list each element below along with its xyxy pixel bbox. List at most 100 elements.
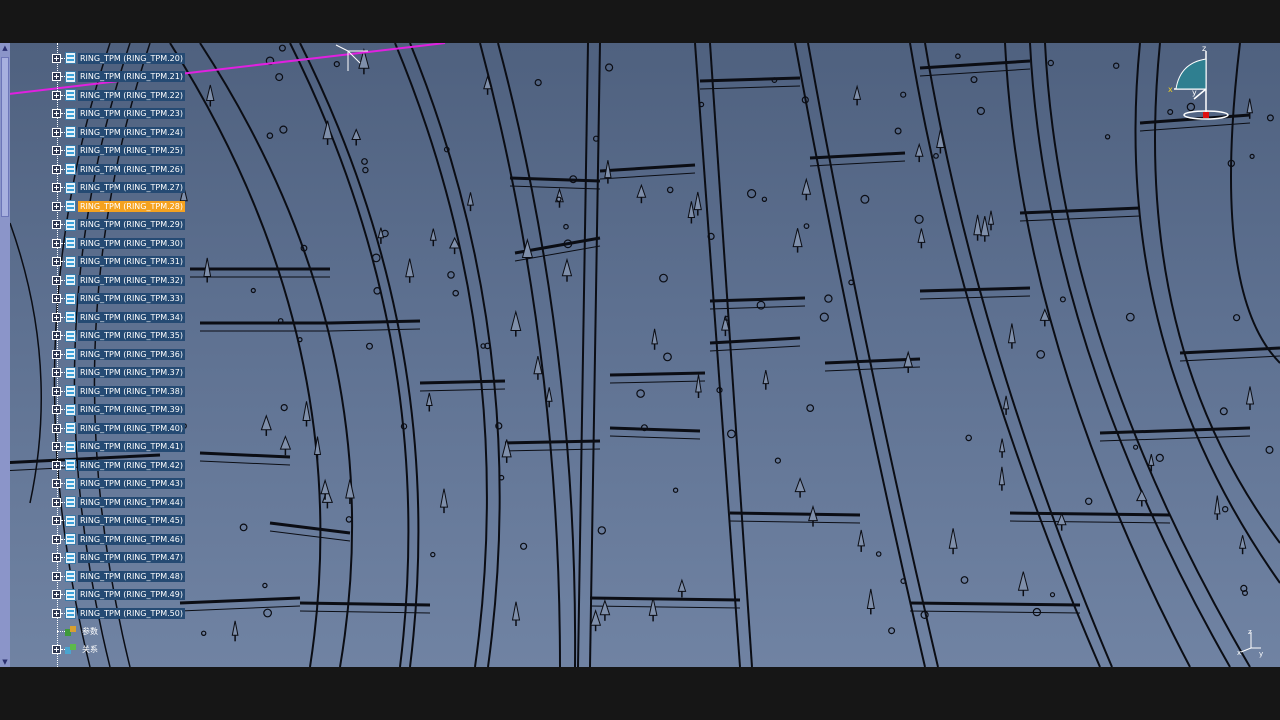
tree-item-ring-tpm[interactable]: RING_TPM (RING_TPM.48) xyxy=(50,567,185,585)
tree-item-ring-tpm[interactable]: RING_TPM (RING_TPM.38) xyxy=(50,382,185,400)
scroll-up-arrow-icon[interactable]: ▲ xyxy=(1,44,9,52)
tree-item-ring-tpm[interactable]: RING_TPM (RING_TPM.27) xyxy=(50,179,185,197)
tree-item-label: RING_TPM (RING_TPM.50) xyxy=(78,607,185,619)
tree-item-ring-tpm[interactable]: RING_TPM (RING_TPM.42) xyxy=(50,456,185,474)
expand-toggle-icon[interactable] xyxy=(52,497,61,507)
tree-item-label: RING_TPM (RING_TPM.26) xyxy=(78,163,185,175)
expand-toggle-icon[interactable] xyxy=(52,571,61,581)
tree-item-ring-tpm[interactable]: RING_TPM (RING_TPM.31) xyxy=(50,253,185,271)
tree-item-label: RING_TPM (RING_TPM.33) xyxy=(78,293,185,304)
tree-item-label: RING_TPM (RING_TPM.31) xyxy=(78,256,185,267)
expand-toggle-icon[interactable] xyxy=(52,312,61,322)
expand-toggle-icon[interactable] xyxy=(52,423,61,433)
expand-toggle-icon[interactable] xyxy=(52,368,61,377)
tree-item-label: RING_TPM (RING_TPM.49) xyxy=(78,589,185,600)
part-icon xyxy=(65,514,76,527)
tree-item-label: RING_TPM (RING_TPM.42) xyxy=(78,459,185,471)
3d-viewport[interactable]: ▲ ▼ RING_TPM (RING_TPM.20) RING_TPM (RING… xyxy=(0,43,1280,667)
expand-toggle-icon[interactable] xyxy=(52,479,61,488)
tree-item-ring-tpm[interactable]: RING_TPM (RING_TPM.35) xyxy=(50,327,185,345)
expand-toggle-icon[interactable] xyxy=(52,608,61,618)
part-icon xyxy=(65,126,76,138)
part-icon xyxy=(65,218,76,231)
tree-item-ring-tpm[interactable]: RING_TPM (RING_TPM.46) xyxy=(50,530,185,548)
compass-icon[interactable]: z x y xyxy=(1160,45,1230,125)
tree-item-ring-tpm[interactable]: RING_TPM (RING_TPM.41) xyxy=(50,438,185,456)
expand-toggle-icon[interactable] xyxy=(52,516,61,525)
tree-item-label: RING_TPM (RING_TPM.41) xyxy=(78,441,185,452)
expand-toggle-icon[interactable] xyxy=(52,146,61,155)
tree-item-label: RING_TPM (RING_TPM.39) xyxy=(78,404,185,415)
tree-scrollbar[interactable]: ▲ ▼ xyxy=(0,43,10,667)
tree-item-ring-tpm[interactable]: RING_TPM (RING_TPM.24) xyxy=(50,123,185,141)
expand-toggle-icon[interactable] xyxy=(52,405,61,414)
expand-toggle-icon[interactable] xyxy=(52,220,61,229)
part-icon xyxy=(65,385,76,397)
expand-toggle-icon[interactable] xyxy=(52,72,61,81)
tree-item-ring-tpm[interactable]: RING_TPM (RING_TPM.37) xyxy=(50,364,185,382)
expand-toggle-icon[interactable] xyxy=(52,53,61,63)
expand-toggle-icon[interactable] xyxy=(52,386,61,396)
expand-toggle-icon[interactable] xyxy=(52,331,61,340)
expand-toggle-icon[interactable] xyxy=(52,183,61,192)
expand-toggle-icon[interactable] xyxy=(52,644,61,654)
tree-item-ring-tpm[interactable]: RING_TPM (RING_TPM.39) xyxy=(50,401,185,419)
tree-item-ring-tpm[interactable]: RING_TPM (RING_TPM.28) xyxy=(50,197,185,215)
tree-item-label: RING_TPM (RING_TPM.32) xyxy=(78,274,185,286)
expand-toggle-icon[interactable] xyxy=(52,127,61,137)
tree-item-ring-tpm[interactable]: RING_TPM (RING_TPM.45) xyxy=(50,512,185,530)
tree-item-ring-tpm[interactable]: RING_TPM (RING_TPM.49) xyxy=(50,586,185,604)
tree-item-ring-tpm[interactable]: RING_TPM (RING_TPM.50) xyxy=(50,604,185,622)
tree-item-ring-tpm[interactable]: RING_TPM (RING_TPM.25) xyxy=(50,142,185,160)
scroll-down-arrow-icon[interactable]: ▼ xyxy=(1,658,9,666)
expand-toggle-icon[interactable] xyxy=(52,164,61,174)
tree-item-ring-tpm[interactable]: RING_TPM (RING_TPM.30) xyxy=(50,234,185,252)
tree-item-ring-tpm[interactable]: RING_TPM (RING_TPM.21) xyxy=(50,68,185,86)
tree-item-label: RING_TPM (RING_TPM.27) xyxy=(78,182,185,193)
expand-toggle-icon[interactable] xyxy=(52,275,61,285)
expand-toggle-icon[interactable] xyxy=(52,442,61,451)
corner-axis-icon: z x y xyxy=(1237,628,1263,658)
part-icon xyxy=(65,477,76,490)
tree-item-parameters[interactable]: 参数 xyxy=(50,622,100,640)
tree-item-ring-tpm[interactable]: RING_TPM (RING_TPM.47) xyxy=(50,549,185,567)
expand-toggle-icon[interactable] xyxy=(52,553,61,562)
tree-item-ring-tpm[interactable]: RING_TPM (RING_TPM.40) xyxy=(50,419,185,437)
tree-item-ring-tpm[interactable]: RING_TPM (RING_TPM.26) xyxy=(50,160,185,178)
relations-icon xyxy=(65,643,77,655)
tree-item-label: RING_TPM (RING_TPM.34) xyxy=(78,311,185,323)
expand-toggle-icon[interactable] xyxy=(52,238,61,248)
tree-item-ring-tpm[interactable]: RING_TPM (RING_TPM.22) xyxy=(50,86,185,104)
tree-item-ring-tpm[interactable]: RING_TPM (RING_TPM.20) xyxy=(50,49,185,67)
expand-toggle-icon[interactable] xyxy=(52,109,61,118)
part-icon xyxy=(65,422,76,434)
corner-z-label: z xyxy=(1248,628,1252,636)
tree-item-ring-tpm[interactable]: RING_TPM (RING_TPM.36) xyxy=(50,345,185,363)
tree-item-label: RING_TPM (RING_TPM.38) xyxy=(78,385,185,397)
tree-item-ring-tpm[interactable]: RING_TPM (RING_TPM.29) xyxy=(50,216,185,234)
tree-item-label: RING_TPM (RING_TPM.25) xyxy=(78,145,185,156)
expand-toggle-icon[interactable] xyxy=(52,294,61,303)
part-icon xyxy=(65,348,76,360)
tree-item-ring-tpm[interactable]: RING_TPM (RING_TPM.33) xyxy=(50,290,185,308)
scroll-thumb[interactable] xyxy=(1,57,9,217)
expand-toggle-icon[interactable] xyxy=(52,201,61,211)
tree-item-ring-tpm[interactable]: RING_TPM (RING_TPM.34) xyxy=(50,308,185,326)
tree-item-ring-tpm[interactable]: RING_TPM (RING_TPM.32) xyxy=(50,271,185,289)
part-icon xyxy=(65,200,76,212)
expand-toggle-icon[interactable] xyxy=(52,90,61,100)
expand-toggle-icon[interactable] xyxy=(52,257,61,266)
expand-toggle-icon[interactable] xyxy=(52,590,61,599)
tree-item-ring-tpm[interactable]: RING_TPM (RING_TPM.44) xyxy=(50,493,185,511)
expand-toggle-icon[interactable] xyxy=(52,534,61,544)
tree-item-label: RING_TPM (RING_TPM.47) xyxy=(78,552,185,563)
part-icon xyxy=(65,52,76,64)
expand-toggle-icon[interactable] xyxy=(52,349,61,359)
tree-item-ring-tpm[interactable]: RING_TPM (RING_TPM.23) xyxy=(50,105,185,123)
tree-item-relations[interactable]: 关系 xyxy=(50,640,100,658)
tree-item-label: RING_TPM (RING_TPM.21) xyxy=(78,71,185,82)
letterbox-top xyxy=(0,0,1280,43)
expand-toggle-icon[interactable] xyxy=(52,460,61,470)
tree-item-ring-tpm[interactable]: RING_TPM (RING_TPM.43) xyxy=(50,475,185,493)
part-icon xyxy=(65,329,76,342)
